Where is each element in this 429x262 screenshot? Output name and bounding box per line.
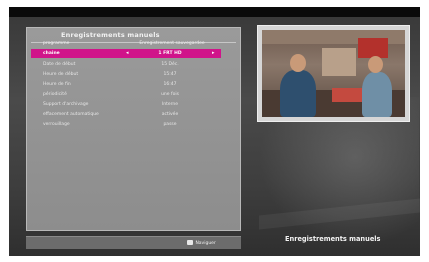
bottom-help-bar: Naviguer <box>26 236 241 249</box>
row-label: effacement automatique <box>43 112 99 117</box>
panel-title: Enregistrements manuels <box>61 31 160 39</box>
tv-frame: Enregistrements manuels programme Enregi… <box>0 0 429 262</box>
navigate-icon <box>187 240 193 245</box>
row-value: Interne <box>161 102 179 107</box>
tv-screen: Enregistrements manuels programme Enregi… <box>9 7 420 256</box>
arrow-left-icon[interactable]: ◂ <box>126 50 129 56</box>
footer-title: Enregistrements manuels <box>285 235 381 243</box>
row-value: une fois <box>161 92 179 97</box>
row-label: chaine <box>43 51 60 56</box>
navigate-label: Naviguer <box>195 241 216 246</box>
row-value: 15 Déc. <box>161 62 179 67</box>
row-label: Support d'archivage <box>43 102 89 107</box>
row-label: programme <box>43 41 70 46</box>
menu-row-support-archivage[interactable]: Support d'archivage Interne <box>31 100 221 109</box>
row-label: Date de début <box>43 62 76 67</box>
menu-row-programme[interactable]: programme Enregistrement sauvegardee <box>31 39 221 48</box>
row-value: 1 FRT HD <box>158 51 182 56</box>
menu-row-heure-debut[interactable]: Heure de début 15:47 <box>31 70 221 79</box>
row-value: Enregistrement sauvegardee <box>139 41 205 46</box>
navigate-hint: Naviguer <box>187 240 216 246</box>
menu-row-heure-fin[interactable]: Heure de fin 16:47 <box>31 80 221 89</box>
row-value: 16:47 <box>163 82 177 87</box>
menu-row-chaine[interactable]: chaine ◂ 1 FRT HD ▸ <box>31 49 221 58</box>
row-label: verrouillage <box>43 122 70 127</box>
video-preview <box>262 30 405 117</box>
row-label: Heure de début <box>43 72 79 77</box>
row-label: Heure de fin <box>43 82 71 87</box>
menu-row-effacement-auto[interactable]: effacement automatique activée <box>31 110 221 119</box>
arrow-right-icon[interactable]: ▸ <box>212 50 215 56</box>
menu-row-verrouillage[interactable]: verrouillage passe <box>31 120 221 129</box>
row-value: activée <box>161 112 179 117</box>
row-value: 15:47 <box>163 72 177 77</box>
video-preview-frame <box>257 25 410 122</box>
row-label: périodicité <box>43 92 67 97</box>
row-value: passe <box>163 122 177 127</box>
menu-row-date-debut[interactable]: Date de début 15 Déc. <box>31 60 221 69</box>
menu-row-periodicite[interactable]: périodicité une fois <box>31 90 221 99</box>
